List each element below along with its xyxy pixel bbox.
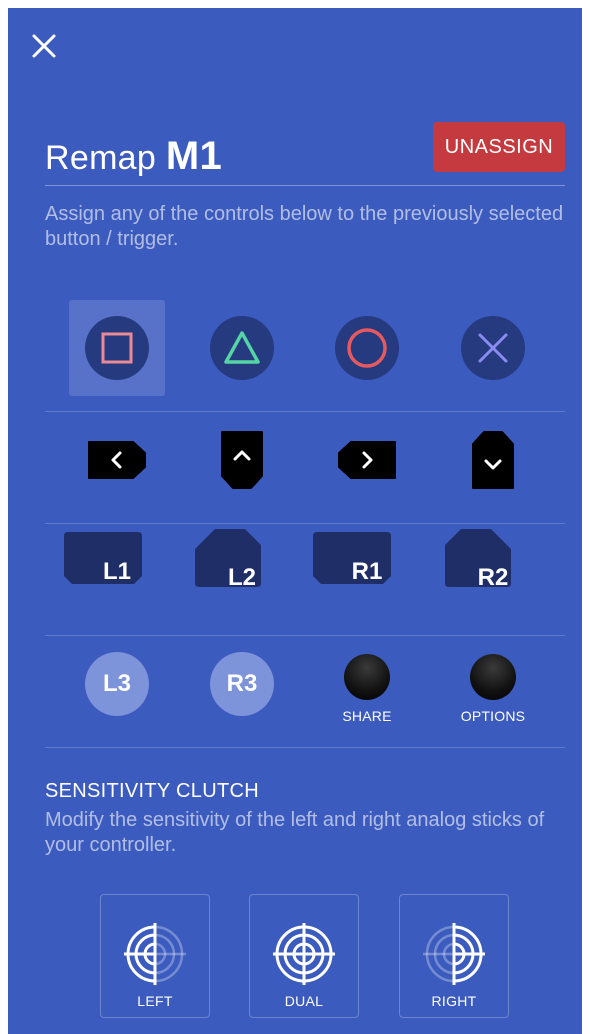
- r1-button[interactable]: R1: [312, 524, 415, 620]
- title-prefix: Remap: [45, 139, 157, 177]
- clutch-dual-label: DUAL: [284, 993, 324, 1009]
- dpad-down-button[interactable]: [445, 412, 541, 508]
- l3-button[interactable]: L3: [69, 636, 165, 732]
- circle-button[interactable]: [319, 300, 415, 396]
- clutch-right-button[interactable]: RIGHT: [399, 894, 509, 1018]
- dpad-left-icon: [88, 441, 146, 479]
- cross-button[interactable]: [445, 300, 541, 396]
- unassign-button[interactable]: UNASSIGN: [433, 122, 565, 172]
- options-button[interactable]: OPTIONS: [445, 636, 541, 732]
- r3-label: R3: [210, 652, 274, 716]
- close-icon: [32, 34, 56, 58]
- selected-button-name: M1: [165, 134, 223, 178]
- l1-label: L1: [102, 558, 131, 585]
- sensitivity-description: Modify the sensitivity of the left and r…: [45, 809, 545, 856]
- dpad-right-button[interactable]: [319, 412, 415, 508]
- remap-header: Remap M1 UNASSIGN: [45, 120, 565, 186]
- r2-button[interactable]: R2: [444, 524, 541, 620]
- share-ball-icon: [343, 654, 390, 700]
- face-buttons-row: [45, 300, 565, 412]
- crosshair-dual-icon: [273, 923, 335, 985]
- r3-button[interactable]: R3: [194, 636, 290, 732]
- dpad-left-button[interactable]: [69, 412, 165, 508]
- shoulder-buttons-row: L1 L2 R1 R2: [45, 524, 565, 636]
- options-ball-icon: [469, 654, 516, 700]
- clutch-left-label: LEFT: [137, 993, 173, 1009]
- r2-label: R2: [477, 564, 509, 591]
- dpad-row: [45, 412, 565, 524]
- sensitivity-title: SENSITIVITY CLUTCH: [45, 780, 259, 802]
- options-label: OPTIONS: [460, 708, 526, 724]
- l2-button[interactable]: L2: [194, 524, 290, 620]
- triangle-icon: [224, 331, 260, 364]
- crosshair-right-icon: [423, 923, 485, 985]
- l1-button[interactable]: L1: [63, 524, 165, 620]
- dpad-right-icon: [338, 441, 396, 479]
- square-button[interactable]: [69, 300, 165, 396]
- close-button[interactable]: [30, 32, 58, 60]
- clutch-dual-button[interactable]: DUAL: [249, 894, 359, 1018]
- remap-description: Assign any of the controls below to the …: [45, 203, 564, 250]
- crosshair-left-icon: [124, 923, 186, 985]
- share-label: SHARE: [342, 708, 392, 724]
- dpad-up-icon: [221, 431, 263, 489]
- misc-buttons-row: L3 R3 SHARE OPTIONS: [45, 636, 565, 748]
- triangle-button[interactable]: [194, 300, 290, 396]
- share-button[interactable]: SHARE: [319, 636, 415, 732]
- r1-label: R1: [351, 558, 383, 585]
- dpad-up-button[interactable]: [194, 412, 290, 508]
- page-title: Remap M1: [45, 134, 222, 179]
- l3-label: L3: [85, 652, 149, 716]
- l2-label: L2: [227, 564, 256, 591]
- clutch-left-button[interactable]: LEFT: [100, 894, 210, 1018]
- remap-screen: Remap M1 UNASSIGN Assign any of the cont…: [8, 8, 582, 1034]
- circle-icon: [347, 328, 387, 368]
- clutch-right-label: RIGHT: [431, 993, 477, 1009]
- cross-icon: [478, 333, 508, 363]
- dpad-down-icon: [472, 431, 514, 489]
- square-icon: [101, 332, 133, 364]
